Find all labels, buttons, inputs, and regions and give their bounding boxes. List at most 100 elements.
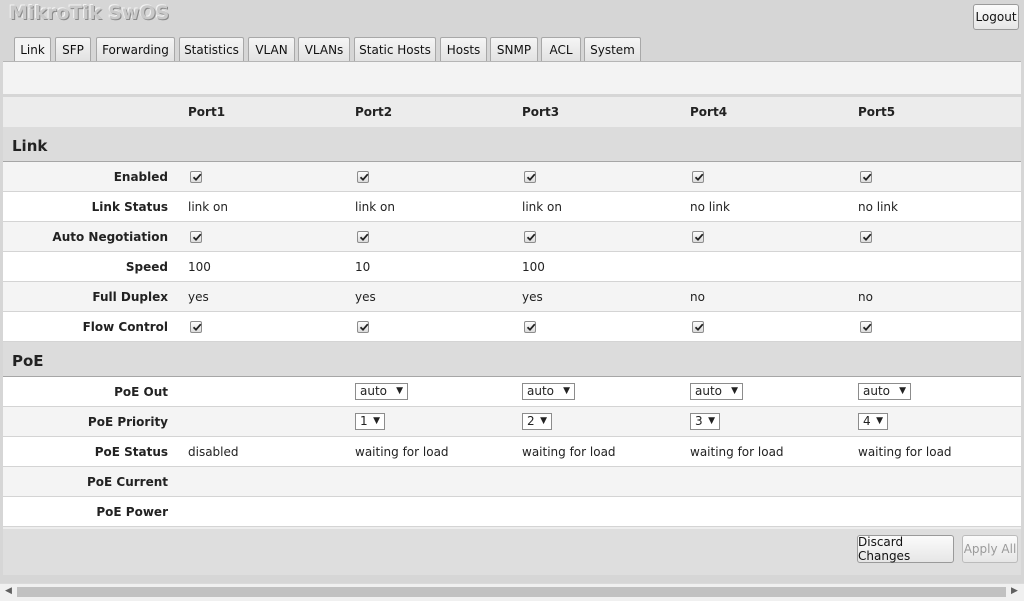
link-status-port5: no link bbox=[858, 200, 898, 214]
action-bar: Discard Changes Apply All bbox=[3, 529, 1021, 575]
enabled-checkbox-port5[interactable] bbox=[860, 170, 872, 183]
select-value: auto bbox=[527, 384, 555, 398]
poe-priority-select-port2[interactable]: 1 ▼ bbox=[355, 413, 385, 430]
enabled-checkbox-port4[interactable] bbox=[692, 170, 704, 183]
row-full-duplex: Full Duplex yes yes yes no no bbox=[3, 282, 1021, 312]
port-header-4: Port4 bbox=[690, 105, 728, 119]
scroll-right-icon[interactable]: ▶ bbox=[1011, 586, 1018, 596]
duplex-port2: yes bbox=[355, 290, 376, 304]
tab-vlan[interactable]: VLAN bbox=[248, 37, 295, 61]
duplex-port4: no bbox=[690, 290, 705, 304]
row-poe-priority: PoE Priority 1 ▼ 2 ▼ 3 ▼ 4 ▼ bbox=[3, 407, 1021, 437]
dropdown-arrow-icon: ▼ bbox=[708, 416, 715, 426]
poe-priority-select-port4[interactable]: 3 ▼ bbox=[690, 413, 720, 430]
poe-out-select-port2[interactable]: auto ▼ bbox=[355, 383, 408, 400]
dropdown-arrow-icon: ▼ bbox=[563, 386, 570, 396]
autoneg-checkbox-port3[interactable] bbox=[524, 230, 536, 243]
dropdown-arrow-icon: ▼ bbox=[731, 386, 738, 396]
flowctrl-checkbox-port1[interactable] bbox=[190, 320, 202, 333]
dropdown-arrow-icon: ▼ bbox=[540, 416, 547, 426]
autoneg-checkbox-port4[interactable] bbox=[692, 230, 704, 243]
tab-hosts[interactable]: Hosts bbox=[440, 37, 487, 61]
row-label: Link Status bbox=[91, 200, 168, 214]
discard-changes-button[interactable]: Discard Changes bbox=[857, 535, 954, 563]
port-header-2: Port2 bbox=[355, 105, 393, 119]
section-title: PoE bbox=[12, 352, 44, 370]
duplex-port1: yes bbox=[188, 290, 209, 304]
select-value: auto bbox=[863, 384, 891, 398]
select-value: auto bbox=[360, 384, 388, 398]
dropdown-arrow-icon: ▼ bbox=[876, 416, 883, 426]
link-status-port3: link on bbox=[522, 200, 562, 214]
flowctrl-checkbox-port4[interactable] bbox=[692, 320, 704, 333]
tab-forwarding[interactable]: Forwarding bbox=[96, 37, 175, 61]
duplex-port5: no bbox=[858, 290, 873, 304]
port-header-1: Port1 bbox=[188, 105, 226, 119]
poe-priority-select-port3[interactable]: 2 ▼ bbox=[522, 413, 552, 430]
link-settings-table: Port1 Port2 Port3 Port4 Port5 Link Enabl… bbox=[3, 97, 1021, 575]
dropdown-arrow-icon: ▼ bbox=[373, 416, 380, 426]
poe-out-select-port3[interactable]: auto ▼ bbox=[522, 383, 575, 400]
tab-link[interactable]: Link bbox=[14, 37, 51, 62]
port-header-5: Port5 bbox=[858, 105, 896, 119]
speed-port1: 100 bbox=[188, 260, 211, 274]
enabled-checkbox-port2[interactable] bbox=[357, 170, 369, 183]
flowctrl-checkbox-port2[interactable] bbox=[357, 320, 369, 333]
flowctrl-checkbox-port3[interactable] bbox=[524, 320, 536, 333]
app-title: MikroTik SwOS bbox=[9, 2, 170, 24]
row-label: Full Duplex bbox=[92, 290, 168, 304]
autoneg-checkbox-port5[interactable] bbox=[860, 230, 872, 243]
dropdown-arrow-icon: ▼ bbox=[396, 386, 403, 396]
autoneg-checkbox-port2[interactable] bbox=[357, 230, 369, 243]
port-header-row: Port1 Port2 Port3 Port4 Port5 bbox=[3, 97, 1021, 127]
select-value: 2 bbox=[527, 414, 535, 428]
tab-statistics[interactable]: Statistics bbox=[179, 37, 244, 61]
scroll-left-icon[interactable]: ◀ bbox=[5, 586, 12, 596]
select-value: 3 bbox=[695, 414, 703, 428]
flowctrl-checkbox-port5[interactable] bbox=[860, 320, 872, 333]
row-speed: Speed 100 10 100 bbox=[3, 252, 1021, 282]
autoneg-checkbox-port1[interactable] bbox=[190, 230, 202, 243]
apply-all-button[interactable]: Apply All bbox=[962, 535, 1018, 563]
port-header-3: Port3 bbox=[522, 105, 560, 119]
section-poe: PoE bbox=[3, 342, 1021, 377]
tab-snmp[interactable]: SNMP bbox=[490, 37, 538, 61]
poe-status-port2: waiting for load bbox=[355, 445, 449, 459]
row-label: PoE Priority bbox=[87, 415, 168, 429]
tab-system[interactable]: System bbox=[584, 37, 641, 61]
dropdown-arrow-icon: ▼ bbox=[899, 386, 906, 396]
poe-out-select-port4[interactable]: auto ▼ bbox=[690, 383, 743, 400]
poe-priority-select-port5[interactable]: 4 ▼ bbox=[858, 413, 888, 430]
speed-port3: 100 bbox=[522, 260, 545, 274]
row-poe-out: PoE Out auto ▼ auto ▼ auto ▼ auto ▼ bbox=[3, 377, 1021, 407]
logout-button[interactable]: Logout bbox=[973, 4, 1019, 30]
row-label: Flow Control bbox=[82, 320, 168, 334]
row-label: Enabled bbox=[113, 170, 168, 184]
tab-content-band bbox=[3, 61, 1021, 94]
tab-sfp[interactable]: SFP bbox=[55, 37, 91, 61]
tab-acl[interactable]: ACL bbox=[541, 37, 581, 61]
row-label: PoE Current bbox=[86, 475, 168, 489]
tab-vlans[interactable]: VLANs bbox=[298, 37, 350, 61]
enabled-checkbox-port1[interactable] bbox=[190, 170, 202, 183]
poe-status-port3: waiting for load bbox=[522, 445, 616, 459]
enabled-checkbox-port3[interactable] bbox=[524, 170, 536, 183]
row-label: PoE Out bbox=[114, 385, 168, 399]
poe-status-port4: waiting for load bbox=[690, 445, 784, 459]
poe-status-port1: disabled bbox=[188, 445, 239, 459]
select-value: 1 bbox=[360, 414, 368, 428]
scrollbar-thumb[interactable] bbox=[17, 587, 1006, 597]
link-status-port4: no link bbox=[690, 200, 730, 214]
row-label: PoE Status bbox=[94, 445, 168, 459]
row-poe-status: PoE Status disabled waiting for load wai… bbox=[3, 437, 1021, 467]
link-status-port2: link on bbox=[355, 200, 395, 214]
duplex-port3: yes bbox=[522, 290, 543, 304]
poe-out-select-port5[interactable]: auto ▼ bbox=[858, 383, 911, 400]
row-label: Speed bbox=[125, 260, 168, 274]
horizontal-scrollbar[interactable]: ◀ ▶ bbox=[0, 583, 1024, 601]
row-flow-control: Flow Control bbox=[3, 312, 1021, 342]
row-label: PoE Power bbox=[96, 505, 168, 519]
speed-port2: 10 bbox=[355, 260, 371, 274]
tab-static-hosts[interactable]: Static Hosts bbox=[354, 37, 436, 61]
row-link-status: Link Status link on link on link on no l… bbox=[3, 192, 1021, 222]
